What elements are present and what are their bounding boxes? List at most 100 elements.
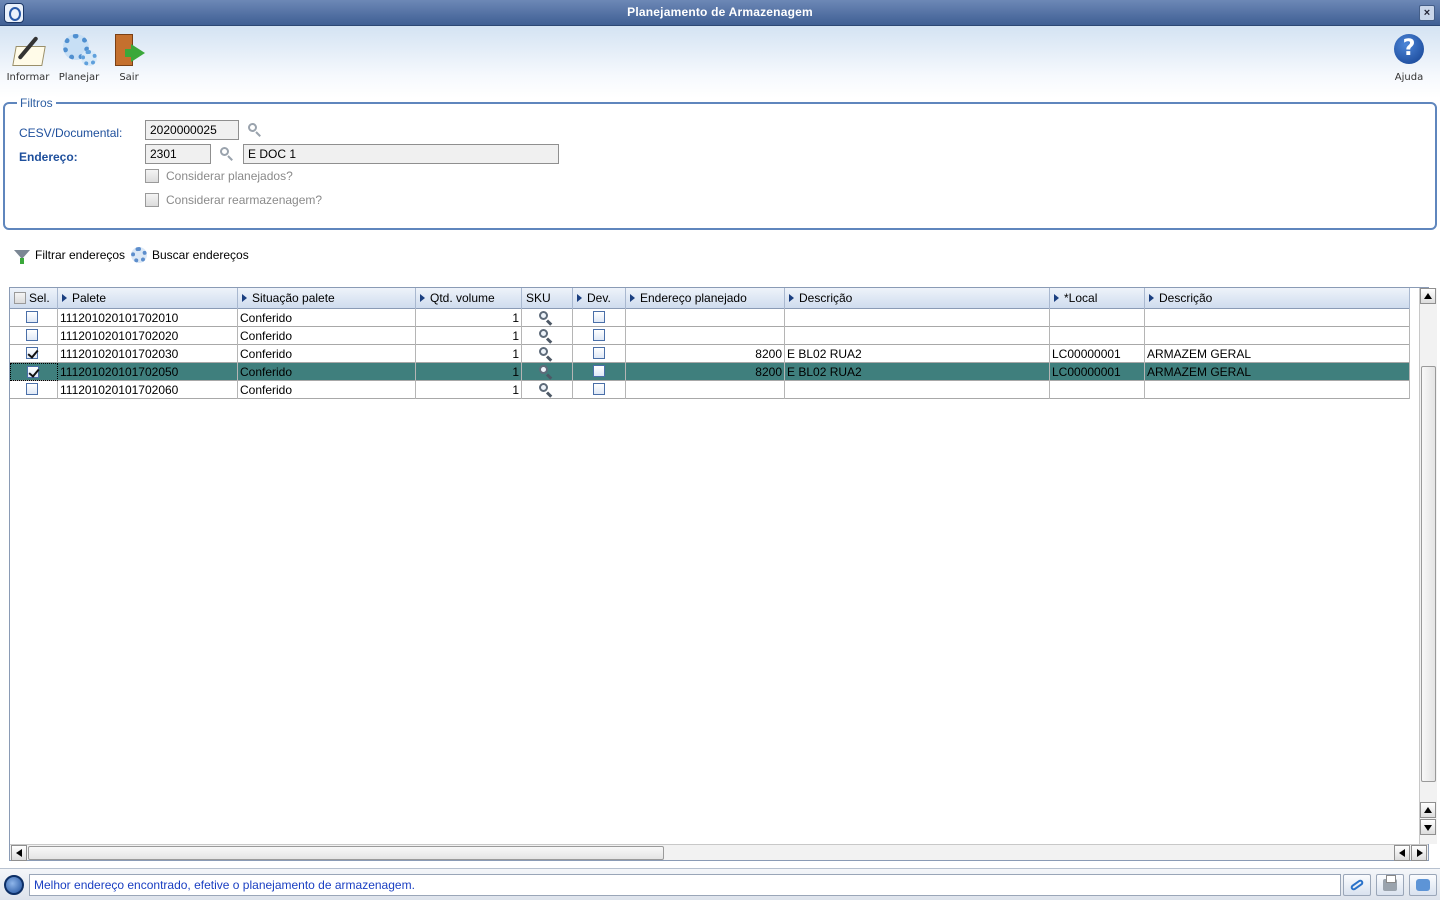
gear-icon[interactable] (131, 247, 147, 263)
header-local-label: *Local (1064, 291, 1098, 305)
planejar-icon (59, 30, 99, 70)
header-sku-label: SKU (526, 291, 551, 305)
dev-checkbox[interactable] (593, 347, 605, 359)
table-row[interactable]: 111201020101702060 Conferido 1 (10, 381, 1410, 399)
ajuda-label: Ajuda (1394, 72, 1424, 83)
cell-descricao: E BL02 RUA2 (785, 363, 1050, 381)
scroll-right-button[interactable] (1411, 845, 1427, 861)
cell-situacao: Conferido (238, 327, 416, 345)
cesv-search-icon[interactable] (247, 122, 263, 138)
header-qtd-label: Qtd. volume (430, 291, 495, 305)
scroll-up-top-button[interactable] (1420, 288, 1436, 304)
table-row[interactable]: 111201020101702010 Conferido 1 (10, 309, 1410, 327)
scroll-up-button[interactable] (1420, 802, 1436, 818)
link-button[interactable] (1343, 874, 1371, 896)
arrow-left-icon (1399, 849, 1405, 857)
dev-checkbox[interactable] (593, 311, 605, 323)
vertical-scroll-thumb[interactable] (1421, 366, 1436, 782)
row-checkbox[interactable] (26, 329, 38, 341)
cell-local: LC00000001 (1050, 345, 1145, 363)
status-message: Melhor endereço encontrado, efetive o pl… (29, 874, 1341, 896)
sku-search-icon[interactable] (538, 310, 554, 326)
arrow-right-icon (1417, 849, 1423, 857)
header-descricao[interactable]: Descrição (785, 288, 1050, 309)
funnel-icon[interactable] (14, 248, 30, 264)
header-sku[interactable]: SKU (522, 288, 573, 309)
sort-icon (420, 294, 425, 302)
cell-local (1050, 381, 1145, 399)
cell-descricao (785, 309, 1050, 327)
arrow-up-icon (1424, 807, 1432, 813)
considerar-rearmazenagem-label: Considerar rearmazenagem? (166, 193, 323, 207)
dev-checkbox[interactable] (593, 329, 605, 341)
print-button[interactable] (1376, 874, 1404, 896)
header-descricao-local[interactable]: Descrição (1145, 288, 1410, 309)
chat-icon (1416, 879, 1430, 891)
scroll-down-button[interactable] (1420, 819, 1436, 835)
status-bar: Melhor endereço encontrado, efetive o pl… (0, 868, 1440, 900)
header-endereco-planejado[interactable]: Endereço planejado (626, 288, 785, 309)
select-all-checkbox[interactable] (14, 292, 26, 304)
sku-search-icon[interactable] (538, 328, 554, 344)
table-row-selected[interactable]: 111201020101702050 Conferido 1 8200 E BL… (10, 363, 1410, 381)
buscar-enderecos-link[interactable]: Buscar endereços (152, 248, 249, 262)
scroll-left-button[interactable] (11, 845, 27, 861)
cell-palete: 111201020101702060 (58, 381, 238, 399)
planejar-label: Planejar (58, 72, 100, 83)
endereco-search-icon[interactable] (219, 146, 235, 162)
header-qtd[interactable]: Qtd. volume (416, 288, 522, 309)
toolbar: Informar Planejar Sair ? Ajuda (0, 26, 1440, 98)
header-palete[interactable]: Palete (58, 288, 238, 309)
cell-palete: 111201020101702050 (58, 363, 238, 381)
header-situacao[interactable]: Situação palete (238, 288, 416, 309)
informar-button[interactable]: Informar (3, 30, 53, 83)
considerar-planejados-checkbox[interactable] (145, 169, 159, 183)
header-descricao-local-label: Descrição (1159, 291, 1213, 305)
sort-icon (62, 294, 67, 302)
row-checkbox[interactable] (27, 366, 39, 378)
horizontal-scrollbar[interactable] (10, 844, 1428, 861)
sku-search-icon[interactable] (538, 346, 554, 362)
header-sel[interactable]: Sel. (10, 288, 58, 309)
filters-legend: Filtros (17, 96, 56, 110)
cell-local: LC00000001 (1050, 363, 1145, 381)
dev-checkbox[interactable] (593, 383, 605, 395)
considerar-planejados-label: Considerar planejados? (166, 169, 293, 183)
cell-descricao-local (1145, 309, 1410, 327)
cesv-input[interactable]: 2020000025 (145, 120, 239, 140)
considerar-rearmazenagem-checkbox[interactable] (145, 193, 159, 207)
cell-endereco: 8200 (626, 363, 785, 381)
row-checkbox[interactable] (26, 383, 38, 395)
horizontal-scroll-thumb[interactable] (28, 846, 664, 860)
endereco-code-input[interactable]: 2301 (145, 144, 211, 164)
header-local[interactable]: *Local (1050, 288, 1145, 309)
close-button[interactable]: × (1419, 5, 1435, 21)
cesv-label: CESV/Documental: (19, 126, 123, 140)
table-row[interactable]: 111201020101702030 Conferido 1 8200 E BL… (10, 345, 1410, 363)
cell-descricao-local (1145, 381, 1410, 399)
header-endereco-planejado-label: Endereço planejado (640, 291, 747, 305)
close-icon: × (1423, 7, 1431, 19)
ajuda-button[interactable]: ? Ajuda (1384, 30, 1434, 83)
cell-qtd: 1 (416, 345, 522, 363)
planejar-button[interactable]: Planejar (54, 30, 104, 83)
chat-button[interactable] (1409, 874, 1437, 896)
cell-endereco (626, 309, 785, 327)
sair-button[interactable]: Sair (104, 30, 154, 83)
header-dev[interactable]: Dev. (573, 288, 626, 309)
cell-endereco: 8200 (626, 345, 785, 363)
vertical-scrollbar[interactable] (1419, 288, 1437, 844)
scroll-left-end-button[interactable] (1394, 845, 1410, 861)
sair-label: Sair (119, 72, 139, 83)
sku-search-icon[interactable] (538, 364, 554, 380)
row-checkbox[interactable] (26, 347, 38, 359)
sku-search-icon[interactable] (538, 382, 554, 398)
table-row[interactable]: 111201020101702020 Conferido 1 (10, 327, 1410, 345)
filtrar-enderecos-link[interactable]: Filtrar endereços (35, 248, 125, 262)
header-dev-label: Dev. (587, 291, 611, 305)
endereco-label: Endereço: (19, 150, 78, 164)
row-checkbox[interactable] (26, 311, 38, 323)
sort-icon (242, 294, 247, 302)
dev-checkbox[interactable] (593, 365, 605, 377)
cell-situacao: Conferido (238, 345, 416, 363)
